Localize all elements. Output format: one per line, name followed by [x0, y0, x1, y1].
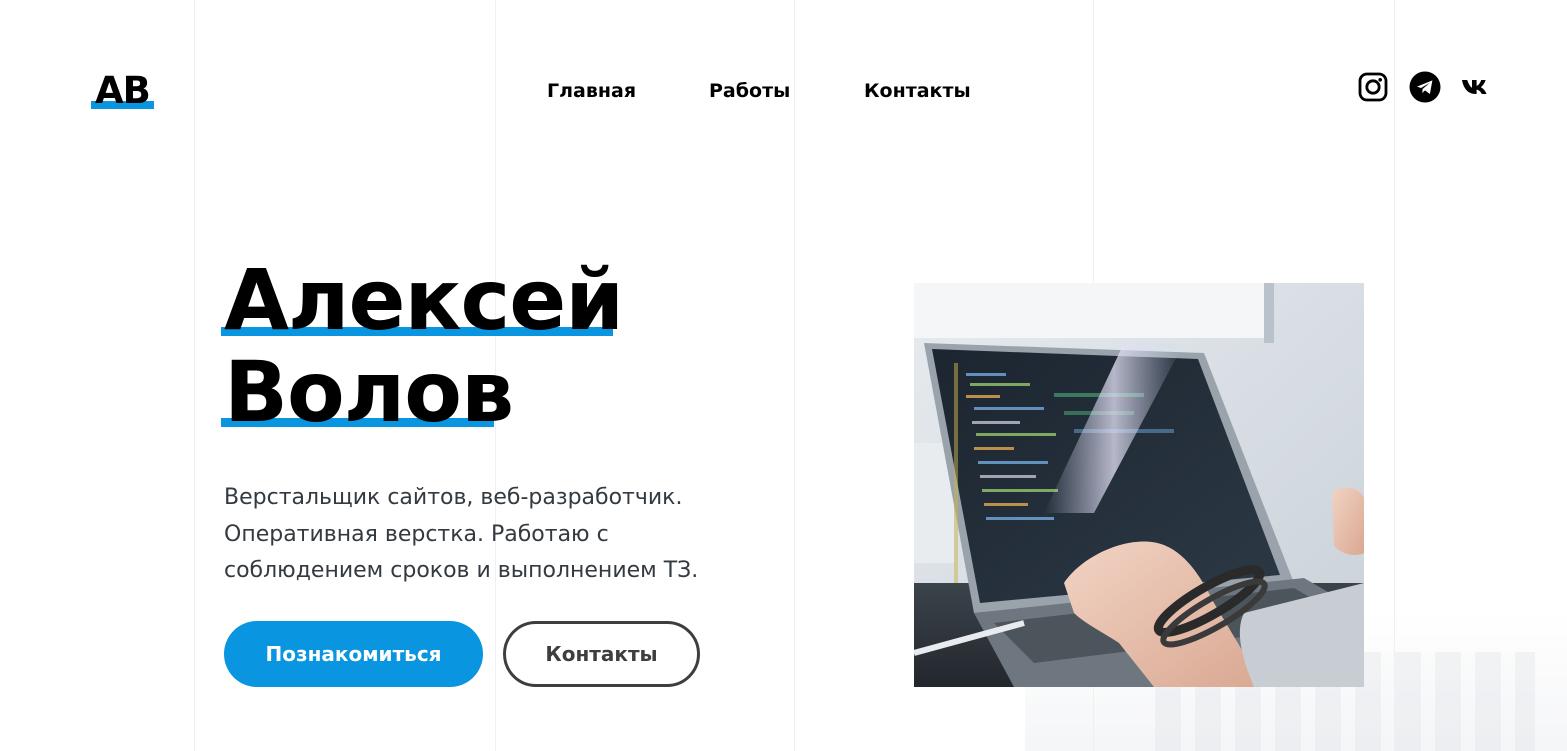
site-logo[interactable]: АВ: [91, 70, 154, 112]
nav-item-works[interactable]: Работы: [709, 78, 790, 104]
nav-item-contacts[interactable]: Контакты: [864, 78, 971, 104]
landing-page: АВ Главная Работы Контакты Алексей Волов…: [0, 0, 1567, 751]
hero-description: Верстальщик сайтов, веб-разработчик. Опе…: [224, 480, 744, 590]
instagram-icon[interactable]: [1357, 71, 1389, 103]
telegram-icon[interactable]: [1409, 71, 1441, 103]
logo-text: АВ: [95, 69, 151, 112]
description-line: Оперативная верстка. Работаю с: [224, 521, 609, 547]
hero-first-name: Алексей: [224, 251, 624, 349]
grid-line: [794, 0, 795, 751]
nav-item-home[interactable]: Главная: [547, 78, 636, 104]
hero-last-name: Волов: [224, 343, 514, 441]
get-acquainted-button[interactable]: Познакомиться: [224, 621, 483, 687]
vk-icon[interactable]: [1460, 71, 1492, 103]
hero-photo: [914, 283, 1364, 687]
description-line: Верстальщик сайтов, веб-разработчик.: [224, 485, 683, 510]
grid-line: [194, 0, 195, 751]
description-line: соблюдением сроков и выполнением ТЗ.: [224, 558, 699, 583]
contacts-button[interactable]: Контакты: [503, 621, 700, 687]
